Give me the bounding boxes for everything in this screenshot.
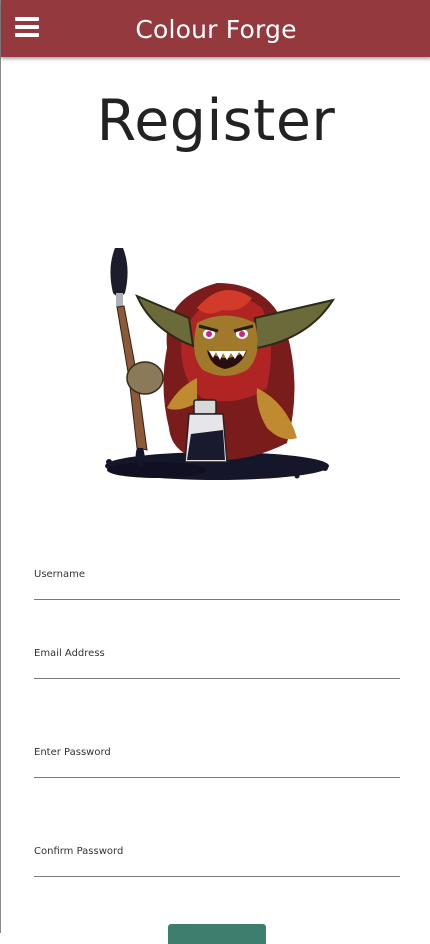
username-field[interactable]: Username <box>34 569 400 600</box>
password-input[interactable] <box>34 761 400 777</box>
hamburger-menu-icon[interactable] <box>15 15 41 39</box>
menu-bar-line <box>15 17 39 21</box>
email-label: Email Address <box>34 648 105 659</box>
app-title: Colour Forge <box>135 14 297 44</box>
username-label: Username <box>34 569 85 580</box>
confirm-password-field[interactable]: Confirm Password <box>34 846 400 877</box>
page-title: Register <box>96 88 336 154</box>
password-field[interactable]: Enter Password <box>34 747 400 778</box>
password-label: Enter Password <box>34 747 111 758</box>
email-field[interactable]: Email Address <box>34 648 400 679</box>
menu-bar-line <box>15 33 39 37</box>
email-input[interactable] <box>34 662 400 678</box>
confirm-password-input[interactable] <box>34 860 400 876</box>
app-header: Colour Forge <box>1 0 430 57</box>
goblin-painter-illustration <box>105 248 336 480</box>
register-submit-button[interactable] <box>168 924 266 944</box>
username-input[interactable] <box>34 583 400 599</box>
menu-bar-line <box>15 25 39 29</box>
confirm-password-label: Confirm Password <box>34 846 124 857</box>
